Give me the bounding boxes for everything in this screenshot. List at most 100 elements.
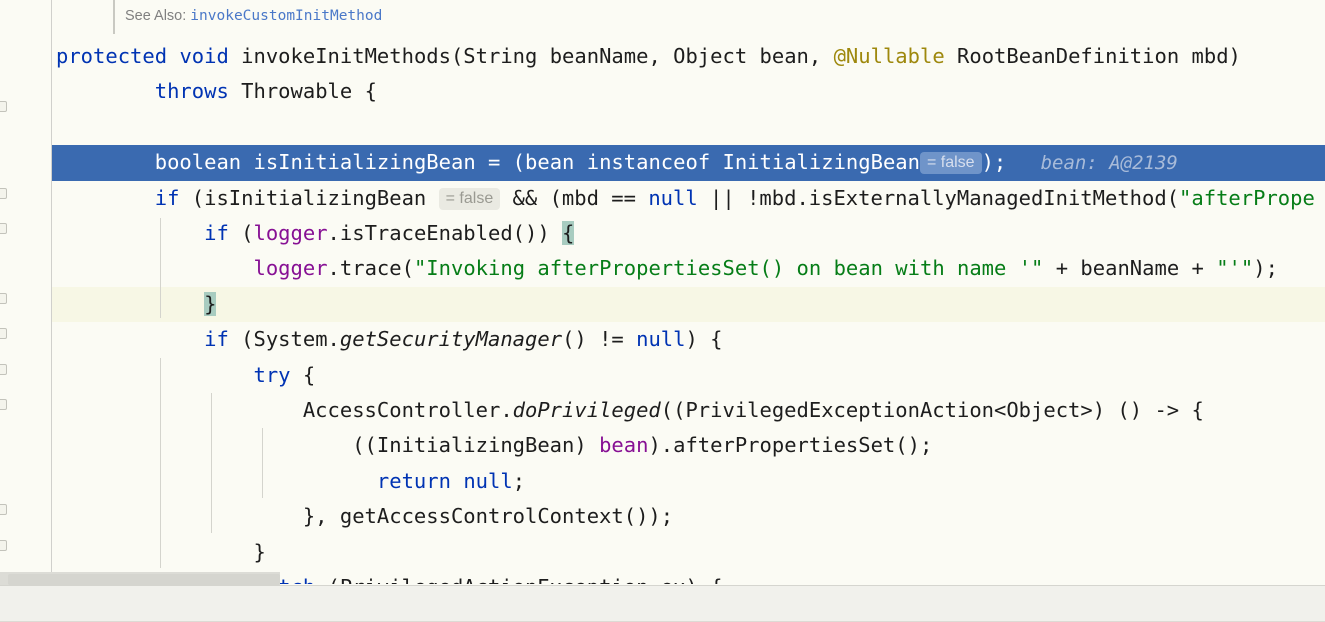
fold-marker[interactable] bbox=[0, 293, 7, 304]
code-token: try bbox=[253, 362, 291, 387]
inline-debug-value: = false bbox=[438, 187, 501, 210]
fold-marker[interactable] bbox=[0, 328, 7, 339]
code-token: .isTraceEnabled()) bbox=[327, 221, 563, 245]
code-line-if-is-initializing-bean[interactable]: if (isInitializingBean = false && (mbd =… bbox=[0, 181, 1325, 216]
code-token: () != bbox=[562, 327, 637, 352]
indent-guide-4 bbox=[262, 428, 263, 498]
code-token: "afterPrope bbox=[1179, 185, 1315, 210]
code-token: protected bbox=[56, 44, 168, 68]
code-token: logger bbox=[253, 221, 328, 245]
code-token: InitializingBean bbox=[710, 150, 920, 175]
inline-debug-variable: bean: A@2139 bbox=[1006, 152, 1178, 175]
code-token: getSecurityManager bbox=[339, 327, 563, 352]
code-line-text: boolean isInitializingBean = (bean insta… bbox=[56, 145, 1178, 181]
code-line-text: throws Throwable { bbox=[56, 74, 377, 109]
code-token: @Nullable bbox=[833, 44, 945, 68]
see-also-label: See Also: bbox=[125, 8, 187, 24]
code-token: ((PrivilegedExceptionAction<Object>) () … bbox=[660, 398, 1204, 422]
code-line-if-security-manager[interactable]: if (System.getSecurityManager() != null)… bbox=[0, 322, 1325, 357]
code-token: boolean bbox=[154, 150, 242, 175]
code-line-text: if (logger.isTraceEnabled()) { bbox=[56, 216, 575, 251]
fold-marker[interactable] bbox=[0, 101, 7, 112]
code-token: + beanName + bbox=[1043, 256, 1217, 281]
code-line-if-trace-enabled[interactable]: if (logger.isTraceEnabled()) { bbox=[0, 216, 1325, 251]
code-line-signature[interactable]: protected void invokeInitMethods(String … bbox=[0, 39, 1325, 74]
code-token: || !mbd.isExternallyManagedInitMethod( bbox=[697, 185, 1180, 210]
editor-bottom-band bbox=[0, 585, 1325, 622]
editor-gutter[interactable] bbox=[0, 0, 52, 584]
code-token: null bbox=[463, 468, 513, 493]
code-token: instanceof bbox=[586, 150, 711, 175]
code-token: Throwable { bbox=[228, 79, 377, 104]
indent-guide-2 bbox=[160, 358, 161, 568]
code-token: }, getAccessControlContext()); bbox=[56, 504, 674, 529]
doc-popup-accent-bar bbox=[113, 0, 115, 34]
code-line-blank1[interactable] bbox=[0, 110, 1325, 145]
code-token: invokeInitMethods(String beanName, Objec… bbox=[228, 44, 834, 68]
indent-guide-5 bbox=[160, 253, 161, 301]
code-token: if bbox=[204, 327, 229, 352]
code-line-close-trace-block[interactable]: } bbox=[0, 286, 1325, 323]
fold-marker[interactable] bbox=[0, 364, 7, 375]
code-line-text: }, getAccessControlContext()); bbox=[56, 499, 673, 534]
code-line-try-open[interactable]: try { bbox=[0, 358, 1325, 393]
code-line-do-privileged[interactable]: AccessController.doPrivileged((Privilege… bbox=[0, 393, 1325, 428]
code-line-return-null[interactable]: return null; bbox=[0, 464, 1325, 499]
code-line-throws[interactable]: throws Throwable { bbox=[0, 74, 1325, 109]
code-editor[interactable]: See Also: invokeCustomInitMethod protect… bbox=[0, 0, 1325, 622]
code-line-try-close[interactable]: } bbox=[0, 535, 1325, 570]
code-line-text: protected void invokeInitMethods(String … bbox=[56, 39, 1241, 74]
code-line-text: return null; bbox=[56, 464, 525, 499]
code-token: RootBeanDefinition mbd) bbox=[944, 44, 1241, 68]
code-token: ); bbox=[981, 150, 1007, 175]
see-also-link[interactable]: invokeCustomInitMethod bbox=[190, 8, 382, 24]
code-lines-container[interactable]: protected void invokeInitMethods(String … bbox=[0, 39, 1325, 584]
fold-marker[interactable] bbox=[0, 188, 7, 199]
code-line-lambda-close[interactable]: }, getAccessControlContext()); bbox=[0, 499, 1325, 534]
code-token: .trace( bbox=[327, 256, 414, 281]
fold-marker[interactable] bbox=[0, 223, 7, 234]
doc-popup-strip: See Also: invokeCustomInitMethod bbox=[52, 0, 1325, 39]
indent-guide-3 bbox=[211, 393, 212, 533]
code-token: ).afterPropertiesSet(); bbox=[648, 433, 933, 458]
code-token: doPrivileged bbox=[512, 398, 661, 422]
fold-marker[interactable] bbox=[0, 399, 7, 410]
fold-marker[interactable] bbox=[0, 540, 7, 551]
code-token: if bbox=[204, 221, 229, 245]
code-token: (isInitializingBean bbox=[179, 185, 439, 210]
code-token: "Invoking afterPropertiesSet() on bean w… bbox=[413, 256, 1044, 281]
code-token: null bbox=[648, 185, 698, 210]
code-line-logger-trace-call[interactable]: logger.trace("Invoking afterPropertiesSe… bbox=[0, 251, 1325, 286]
code-line-text: } bbox=[56, 287, 217, 322]
fold-marker[interactable] bbox=[0, 504, 7, 515]
code-token: ); bbox=[1253, 256, 1278, 281]
code-token: && (mbd == bbox=[500, 185, 649, 210]
code-token: return bbox=[376, 468, 451, 493]
code-token: ; bbox=[512, 468, 526, 493]
code-token: logger bbox=[253, 256, 328, 281]
code-line-after-properties-set-call[interactable]: ((InitializingBean) bean).afterPropertie… bbox=[0, 428, 1325, 463]
code-line-text: AccessController.doPrivileged((Privilege… bbox=[56, 393, 1204, 428]
code-token: bean bbox=[599, 433, 649, 458]
gutter-separator bbox=[51, 0, 52, 584]
code-token: (System. bbox=[228, 327, 340, 352]
code-line-text: if (isInitializingBean = false && (mbd =… bbox=[56, 181, 1315, 216]
inline-debug-value: = false bbox=[919, 152, 982, 175]
code-line-is-initializing-bean-decl[interactable]: boolean isInitializingBean = (bean insta… bbox=[0, 145, 1325, 181]
code-token: ((InitializingBean) bbox=[56, 433, 600, 458]
scrollbar-horizontal-thumb[interactable] bbox=[8, 574, 280, 585]
code-token: { bbox=[290, 362, 316, 387]
code-token: if bbox=[154, 185, 180, 210]
code-token: null bbox=[636, 327, 686, 352]
code-token: ) { bbox=[685, 327, 723, 352]
